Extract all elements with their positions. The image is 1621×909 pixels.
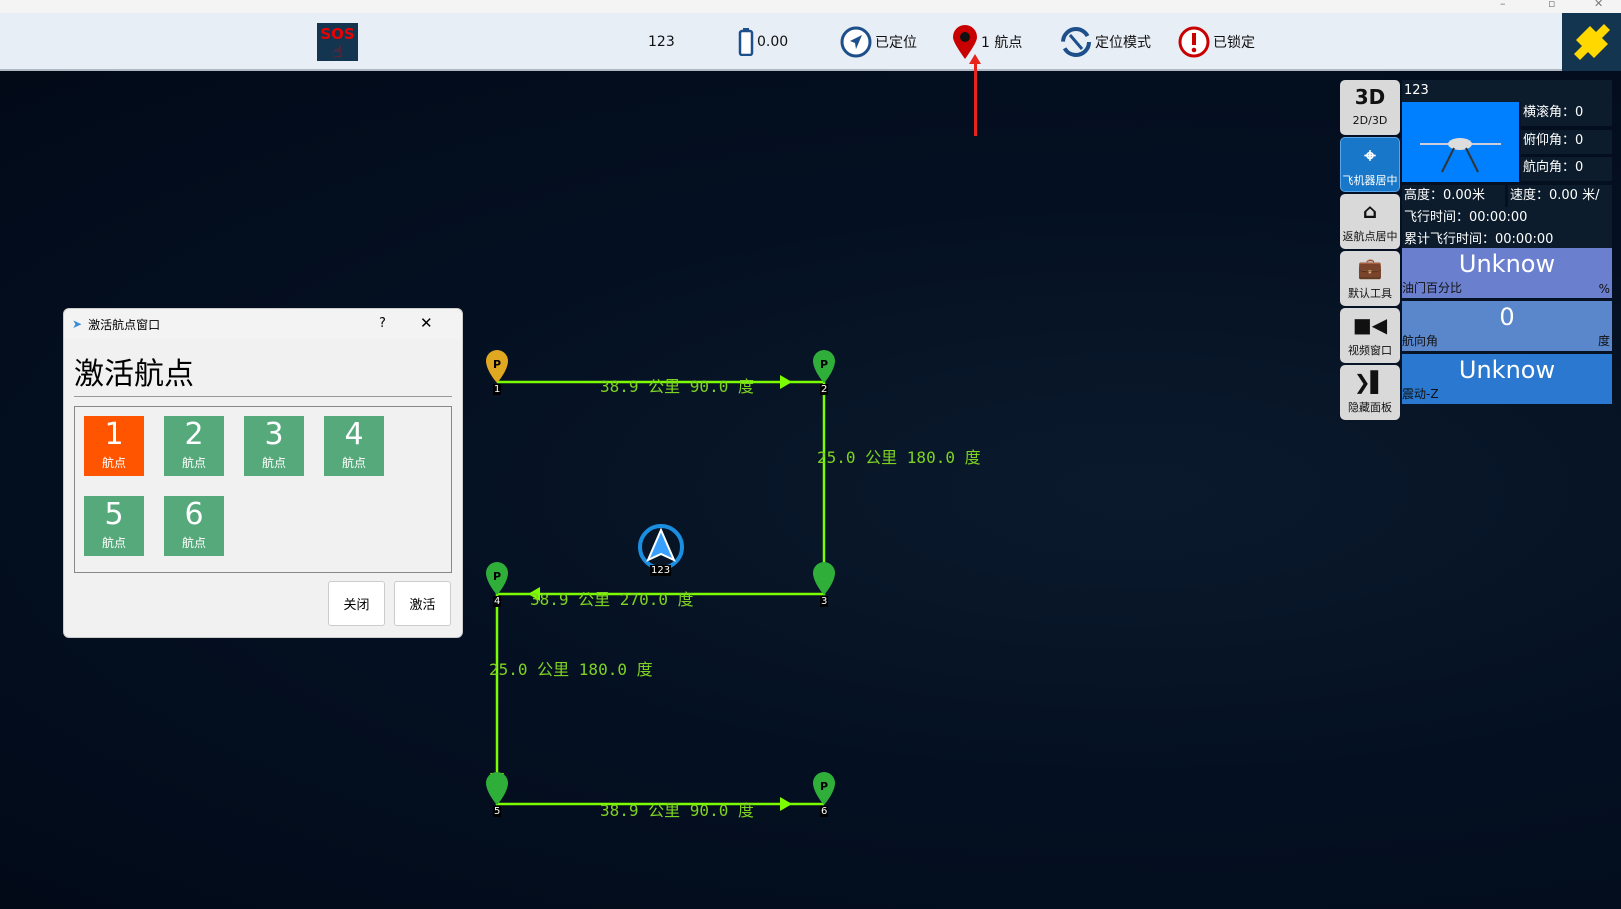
waypoint-marker-5 [486,772,508,805]
waypoint-number: 2 [820,384,829,395]
paper-plane-icon: ➤ [72,317,83,331]
waypoint-button-2[interactable]: 2 航点 [164,416,224,476]
gps-status: 已定位 [840,13,917,71]
leg-label: 38.9 公里 270.0 度 [530,590,694,609]
target-icon: ⌖ [1364,143,1376,167]
home-icon: ⌂ [1362,199,1378,223]
waypoint-button-3[interactable]: 3 航点 [244,416,304,476]
leg-label: 38.9 公里 90.0 度 [600,377,754,396]
waypoint-number: 1 [493,384,502,395]
video-window-button[interactable]: ■◀ 视频窗口 [1340,308,1400,363]
waypoint-marker-4: P [486,562,508,595]
flight-time-readout: 飞行时间：00:00:00 [1402,207,1612,229]
hide-panel-button[interactable]: ❯▌ 隐藏面板 [1340,365,1400,420]
toolbox-icon: 💼 [1357,256,1383,280]
activate-waypoint-dialog: ➤ 激活航点窗口 ? ✕ 激活航点 1 航点 2 航点 3 航点 4 航点 5 航点 6航… [63,308,463,638]
alert-icon [1178,26,1210,58]
activate-button[interactable]: 激活 [394,581,451,626]
help-button[interactable]: ? [379,316,386,331]
roll-readout: 横滚角：0 [1521,102,1612,126]
flight-mode[interactable]: 定位模式 [1060,13,1151,71]
leg-label: 38.9 公里 90.0 度 [600,801,754,820]
dialog-heading: 激活航点 [74,357,194,392]
default-tools-button[interactable]: 💼 默认工具 [1340,251,1400,306]
center-aircraft-button[interactable]: ⌖ 飞机器居中 [1340,137,1400,192]
vehicle-id: 123 [648,34,675,50]
waypoint-button-5[interactable]: 5 航点 [84,496,144,556]
window-titlebar: – ▫ ✕ [0,0,1621,13]
puzzle-icon [1573,24,1610,60]
waypoint-number: 5 [493,806,502,817]
waypoint-button-4[interactable]: 4 航点 [324,416,384,476]
center-home-button[interactable]: ⌂ 返航点居中 [1340,194,1400,249]
battery-icon [738,28,754,56]
divider [74,396,452,397]
drone-image [1402,102,1519,182]
waypoint-marker-6: P [813,772,835,805]
dialog-titlebar: ➤ 激活航点窗口 ? ✕ [64,309,462,339]
heading-readout: 航向角：0 [1521,157,1612,181]
waypoint-marker-2: P [813,350,835,383]
waypoint-number: 4 [493,596,502,607]
waypoint-count[interactable]: 1 航点 [952,13,1022,71]
mode-icon [1061,27,1091,57]
arm-status[interactable]: 已锁定 [1178,13,1255,71]
vehicle-label: 123 [650,565,672,576]
status-toolbar: SOS ☝ 123 0.00 已定位 1 航点 定位模式 已锁定 [0,13,1621,71]
waypoint-number: 6 [820,806,829,817]
hand-icon: ☝ [332,42,343,61]
svg-text:P: P [820,780,828,793]
battery-status: 0.00 [738,13,788,71]
svg-text:P: P [820,358,828,371]
vibration-z-gauge: Unknow 震动-Z [1402,354,1612,404]
waypoint-marker-3 [813,562,835,595]
toggle-3d-button[interactable]: 3D 2D/3D [1340,80,1400,135]
vehicle-icon [638,524,684,570]
close-button[interactable]: 关闭 [328,581,385,626]
speed-readout: 速度：0.00 米/秒 [1508,185,1612,225]
vehicle-name: 123 [1402,80,1612,102]
compass-icon [840,26,872,58]
altitude-readout: 高度：0.00米 [1402,185,1505,207]
throttle-gauge: Unknow 油门百分比% [1402,248,1612,298]
leg-label: 25.0 公里 180.0 度 [817,448,981,467]
annotation-arrow [969,54,981,136]
pitch-readout: 俯仰角：0 [1521,130,1612,154]
waypoint-grid: 1 航点 2 航点 3 航点 4 航点 5 航点 6 航点 [74,406,452,573]
maximize-button[interactable]: ▫ [1548,0,1555,10]
waypoint-button-6[interactable]: 6 航点 [164,496,224,556]
tools-button[interactable] [1562,13,1621,71]
sos-button[interactable]: SOS ☝ [317,23,358,61]
waypoint-number: 3 [820,596,829,607]
waypoint-marker-1: P [486,350,508,383]
video-icon: ■◀ [1352,313,1388,337]
leg-label: 25.0 公里 180.0 度 [489,660,653,679]
close-icon[interactable]: ✕ [420,314,433,332]
minimize-button[interactable]: – [1500,0,1506,10]
waypoint-button-1[interactable]: 1 航点 [84,416,144,476]
close-window-button[interactable]: ✕ [1594,0,1603,10]
collapse-icon: ❯▌ [1353,370,1387,394]
svg-text:P: P [493,570,501,583]
svg-text:P: P [493,358,501,371]
heading-gauge: 0 航向角度 [1402,301,1612,351]
